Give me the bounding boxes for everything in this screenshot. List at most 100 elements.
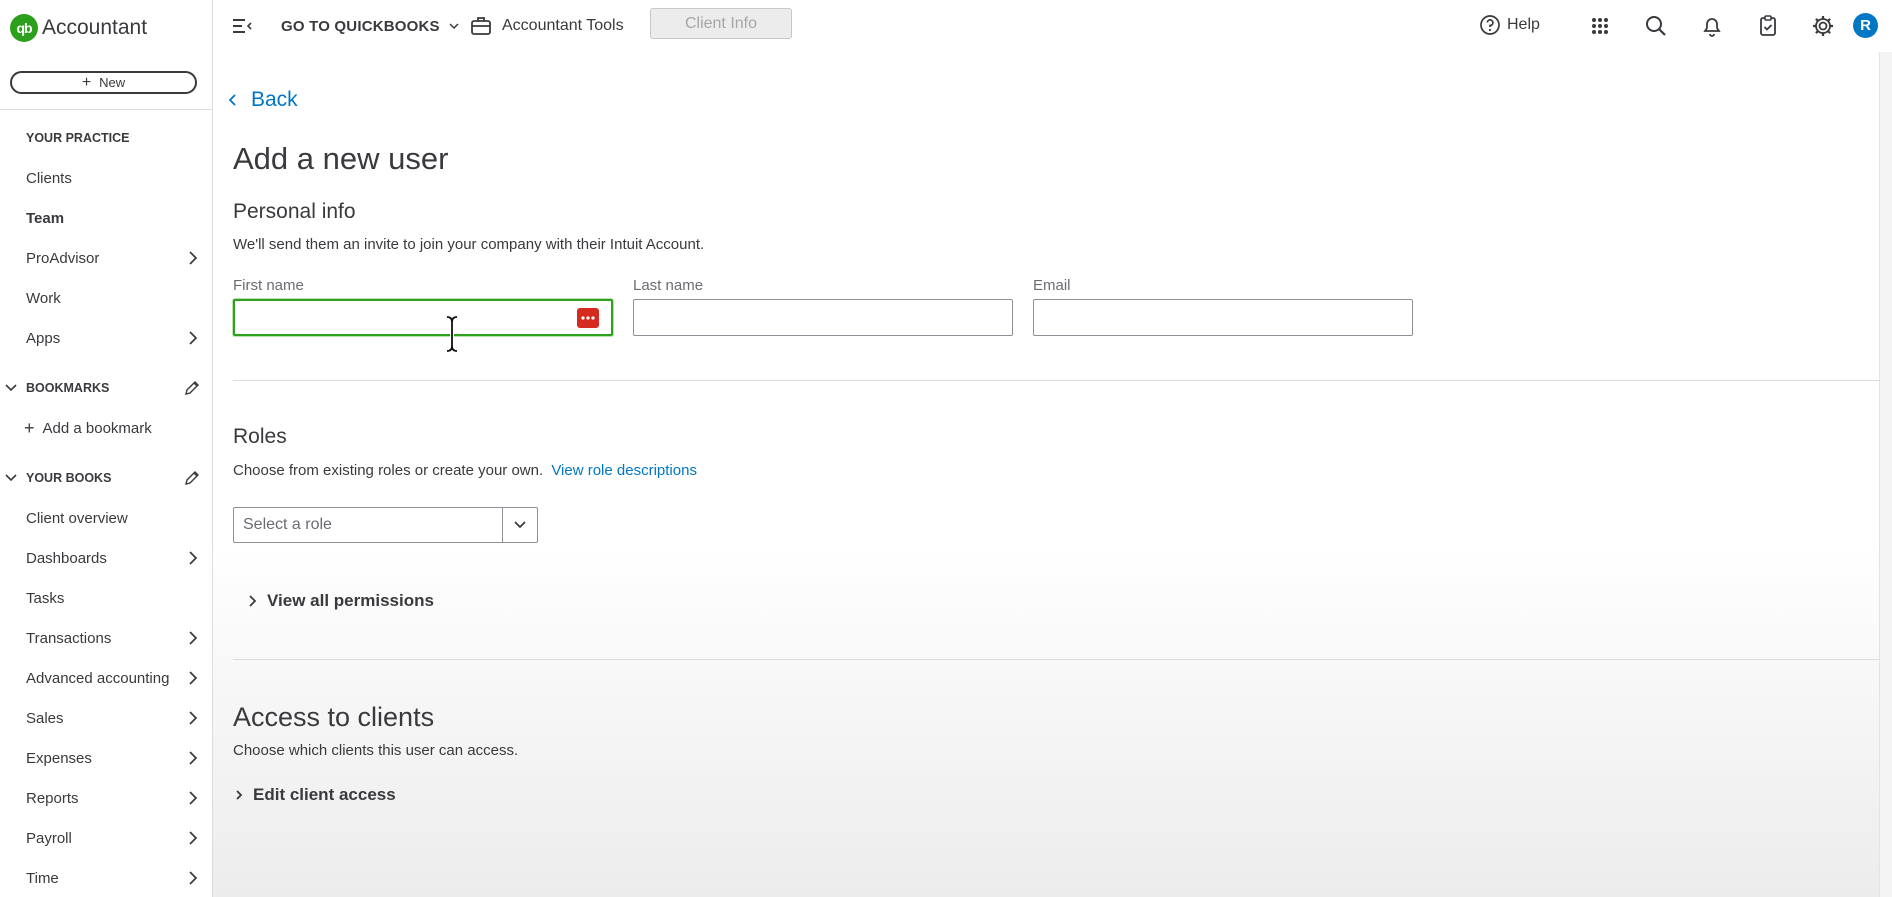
sidebar-item[interactable]: Payroll (0, 821, 213, 855)
password-manager-icon[interactable] (577, 308, 599, 328)
chevron-right-icon (189, 751, 198, 765)
roles-description-row: Choose from existing roles or create you… (233, 462, 697, 479)
add-bookmark-button[interactable]: + Add a bookmark (24, 416, 152, 440)
first-name-input[interactable] (235, 301, 611, 334)
sidebar-item-label: Time (26, 869, 59, 887)
go-to-quickbooks-label: GO TO QUICKBOOKS (281, 17, 440, 35)
sidebar-item-label: Apps (26, 329, 61, 347)
collapse-menu-icon[interactable] (229, 13, 255, 39)
email-field[interactable] (1033, 299, 1413, 336)
page-title: Add a new user (233, 141, 449, 176)
chevron-right-icon (189, 711, 198, 725)
settings-gear-icon[interactable] (1810, 13, 1836, 39)
sidebar-item-label: Work (26, 289, 61, 307)
sidebar-item-label: Expenses (26, 749, 92, 767)
edit-client-access-toggle[interactable]: Edit client access (235, 782, 396, 808)
plus-icon: + (81, 73, 92, 91)
sidebar-item[interactable]: Dashboards (0, 541, 213, 575)
sidebar-item-label: Dashboards (26, 549, 107, 567)
chevron-right-icon (189, 551, 198, 565)
sidebar-item[interactable]: Transactions (0, 621, 213, 655)
sidebar-item[interactable]: Client overview (0, 501, 213, 535)
apps-grid-icon[interactable] (1587, 13, 1613, 39)
access-to-clients-description: Choose which clients this user can acces… (233, 742, 519, 759)
go-to-quickbooks-dropdown[interactable]: GO TO QUICKBOOKS (281, 14, 460, 38)
sidebar-item-label: Sales (26, 709, 64, 727)
help-label: Help (1507, 16, 1540, 33)
role-select-toggle[interactable] (502, 508, 537, 542)
main-content: Back Add a new user Personal info We'll … (213, 52, 1879, 897)
sidebar-item[interactable]: Tasks (0, 581, 213, 615)
help-button[interactable]: Help (1479, 12, 1540, 38)
chevron-down-icon (514, 521, 526, 529)
first-name-label: First name (233, 277, 304, 294)
access-to-clients-heading: Access to clients (233, 702, 435, 732)
sidebar-item[interactable]: Sales (0, 701, 213, 735)
role-select-placeholder: Select a role (243, 516, 332, 533)
back-label: Back (251, 88, 298, 111)
sidebar: qb Accountant + New YOUR PRACTICE Client… (0, 0, 213, 897)
logo-text: Accountant (42, 16, 148, 39)
email-input[interactable] (1034, 300, 1412, 335)
roles-heading: Roles (233, 425, 287, 448)
chevron-right-icon (249, 595, 257, 607)
top-bar: GO TO QUICKBOOKS Accountant Tools Client… (213, 0, 1892, 52)
sidebar-item-label: Clients (26, 169, 72, 187)
sidebar-item[interactable]: Advanced accounting (0, 661, 213, 695)
caret-down-icon[interactable] (4, 381, 18, 395)
chevron-right-icon (189, 251, 198, 265)
personal-info-heading: Personal info (233, 200, 356, 223)
plus-icon: + (24, 418, 35, 438)
chevron-right-icon (189, 331, 198, 345)
section-divider (233, 659, 1879, 660)
app-logo[interactable]: qb Accountant (10, 14, 147, 42)
role-select[interactable]: Select a role (233, 507, 538, 543)
clipboard-check-icon[interactable] (1755, 13, 1781, 39)
sidebar-item[interactable]: Clients (0, 161, 213, 195)
section-your-books[interactable]: YOUR BOOKS (0, 466, 213, 490)
email-label: Email (1033, 277, 1071, 294)
sidebar-item[interactable]: Reports (0, 781, 213, 815)
briefcase-icon (471, 17, 491, 35)
view-all-permissions-toggle[interactable]: View all permissions (247, 588, 434, 614)
sidebar-item-label: Reports (26, 789, 79, 807)
personal-info-description: We'll send them an invite to join your c… (233, 236, 705, 253)
new-button-label: New (99, 75, 126, 90)
sidebar-item-label: Transactions (26, 629, 112, 647)
client-info-button[interactable]: Client Info (650, 8, 792, 39)
sidebar-item[interactable]: Work (0, 281, 213, 315)
sidebar-item-label: ProAdvisor (26, 249, 100, 267)
edit-client-access-label: Edit client access (253, 785, 396, 804)
section-bookmarks[interactable]: BOOKMARKS (0, 376, 213, 400)
new-button[interactable]: + New (10, 71, 197, 94)
last-name-input[interactable] (634, 300, 1012, 335)
chevron-right-icon (236, 790, 243, 800)
search-icon[interactable] (1643, 13, 1669, 39)
sidebar-item[interactable]: Expenses (0, 741, 213, 775)
view-role-descriptions-link[interactable]: View role descriptions (551, 462, 697, 479)
chevron-right-icon (189, 791, 198, 805)
view-all-permissions-label: View all permissions (267, 591, 434, 610)
scrollbar[interactable] (1879, 52, 1892, 897)
first-name-field[interactable] (233, 299, 613, 336)
chevron-right-icon (189, 831, 198, 845)
help-icon (1480, 15, 1500, 35)
edit-pencil-icon[interactable] (183, 469, 201, 487)
sidebar-item[interactable]: Time (0, 861, 213, 895)
text-cursor-icon (446, 315, 458, 353)
sidebar-item[interactable]: Apps (0, 321, 213, 355)
user-avatar[interactable]: R (1853, 13, 1878, 38)
caret-down-icon[interactable] (4, 471, 18, 485)
edit-pencil-icon[interactable] (183, 379, 201, 397)
sidebar-item[interactable]: Team (0, 201, 213, 235)
notifications-bell-icon[interactable] (1699, 13, 1725, 39)
chevron-right-icon (189, 671, 198, 685)
sidebar-divider (0, 109, 213, 110)
back-link[interactable]: Back (227, 86, 298, 114)
accountant-tools-button[interactable]: Accountant Tools (470, 13, 624, 39)
sidebar-item-label: Client overview (26, 509, 128, 527)
last-name-field[interactable] (633, 299, 1013, 336)
sidebar-item[interactable]: ProAdvisor (0, 241, 213, 275)
section-your-practice-label: YOUR PRACTICE (26, 131, 130, 145)
quickbooks-logo-icon: qb (10, 14, 38, 42)
